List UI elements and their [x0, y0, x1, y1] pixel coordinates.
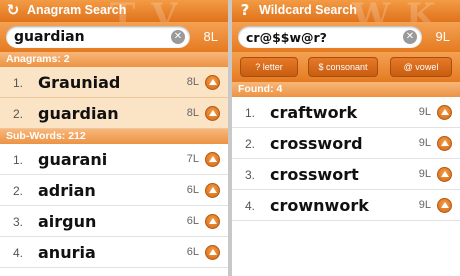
- title-bar: T V W K ↻ Anagram Search: [0, 0, 228, 22]
- item-word: airgun: [38, 212, 97, 231]
- item-number: 2.: [13, 107, 24, 121]
- go-arrow-icon[interactable]: [205, 75, 220, 90]
- list-item[interactable]: 2. adrian 6L: [0, 175, 228, 206]
- clear-icon[interactable]: ✕: [403, 30, 417, 44]
- item-word: crownwork: [270, 196, 369, 215]
- go-arrow-icon[interactable]: [205, 106, 220, 121]
- list-item[interactable]: 1. craftwork 9L: [232, 97, 460, 128]
- search-input[interactable]: guardian ✕: [6, 26, 190, 48]
- item-number: 1.: [13, 153, 24, 167]
- wildcard-screen: W K R ? Wildcard Search cr@$$w@r? ✕ 9L ?…: [232, 0, 460, 276]
- item-number: 2.: [13, 184, 24, 198]
- list-item[interactable]: 4. anuria 6L: [0, 237, 228, 268]
- item-length: 7L: [186, 153, 199, 165]
- clear-icon[interactable]: ✕: [171, 30, 185, 44]
- anagram-screen: T V W K ↻ Anagram Search guardian ✕ 8L A…: [0, 0, 228, 276]
- go-arrow-icon[interactable]: [205, 152, 220, 167]
- screen-title: Wildcard Search: [259, 3, 357, 17]
- anagrams-header: Anagrams: 2: [0, 52, 228, 67]
- item-length: 6L: [186, 184, 199, 196]
- title-bar: W K R ? Wildcard Search: [232, 0, 460, 22]
- list-item[interactable]: 4. crownwork 9L: [232, 190, 460, 221]
- screen-title: Anagram Search: [27, 3, 127, 17]
- question-icon: ?: [240, 1, 250, 19]
- letter-wildcard-button[interactable]: ? letter: [240, 57, 298, 77]
- item-number: 2.: [245, 137, 256, 151]
- item-number: 4.: [245, 199, 256, 213]
- item-word: Grauniad: [38, 73, 121, 92]
- item-word: crosswort: [270, 165, 359, 184]
- list-item[interactable]: 1. guarani 7L: [0, 144, 228, 175]
- item-length: 8L: [186, 107, 199, 119]
- item-length: 9L: [418, 168, 431, 180]
- item-number: 3.: [13, 215, 24, 229]
- go-arrow-icon[interactable]: [205, 183, 220, 198]
- item-word: adrian: [38, 181, 96, 200]
- list-item[interactable]: 2. guardian 8L: [0, 98, 228, 129]
- item-number: 1.: [245, 106, 256, 120]
- letter-count: 9L: [435, 29, 450, 44]
- item-length: 9L: [418, 106, 431, 118]
- item-word: anuria: [38, 243, 96, 262]
- list-item[interactable]: 2. crossword 9L: [232, 128, 460, 159]
- go-arrow-icon[interactable]: [437, 105, 452, 120]
- item-word: guardian: [38, 104, 119, 123]
- search-input-value: cr@$$w@r?: [246, 30, 327, 45]
- item-number: 4.: [13, 246, 24, 260]
- item-length: 6L: [186, 215, 199, 227]
- go-arrow-icon[interactable]: [205, 245, 220, 260]
- wildcard-button-bar: ? letter $ consonant @ vowel: [232, 52, 460, 82]
- item-length: 8L: [186, 76, 199, 88]
- go-arrow-icon[interactable]: [437, 198, 452, 213]
- item-number: 3.: [245, 168, 256, 182]
- list-item[interactable]: 3. airgun 6L: [0, 206, 228, 237]
- item-word: crossword: [270, 134, 363, 153]
- vowel-wildcard-button[interactable]: @ vowel: [390, 57, 452, 77]
- item-length: 6L: [186, 246, 199, 258]
- go-arrow-icon[interactable]: [437, 167, 452, 182]
- anagram-icon: ↻: [6, 1, 20, 19]
- letter-count: 8L: [203, 29, 218, 44]
- search-input[interactable]: cr@$$w@r? ✕: [238, 26, 422, 48]
- list-item[interactable]: 1. Grauniad 8L: [0, 67, 228, 98]
- item-number: 1.: [13, 76, 24, 90]
- item-word: guarani: [38, 150, 108, 169]
- subwords-header: Sub-Words: 212: [0, 129, 228, 144]
- search-bar: cr@$$w@r? ✕ 9L: [232, 22, 460, 52]
- item-length: 9L: [418, 199, 431, 211]
- search-bar: guardian ✕ 8L: [0, 22, 228, 52]
- go-arrow-icon[interactable]: [437, 136, 452, 151]
- list-item[interactable]: 3. crosswort 9L: [232, 159, 460, 190]
- search-input-value: guardian: [14, 29, 85, 45]
- item-length: 9L: [418, 137, 431, 149]
- go-arrow-icon[interactable]: [205, 214, 220, 229]
- item-word: craftwork: [270, 103, 358, 122]
- consonant-wildcard-button[interactable]: $ consonant: [308, 57, 378, 77]
- found-header: Found: 4: [232, 82, 460, 97]
